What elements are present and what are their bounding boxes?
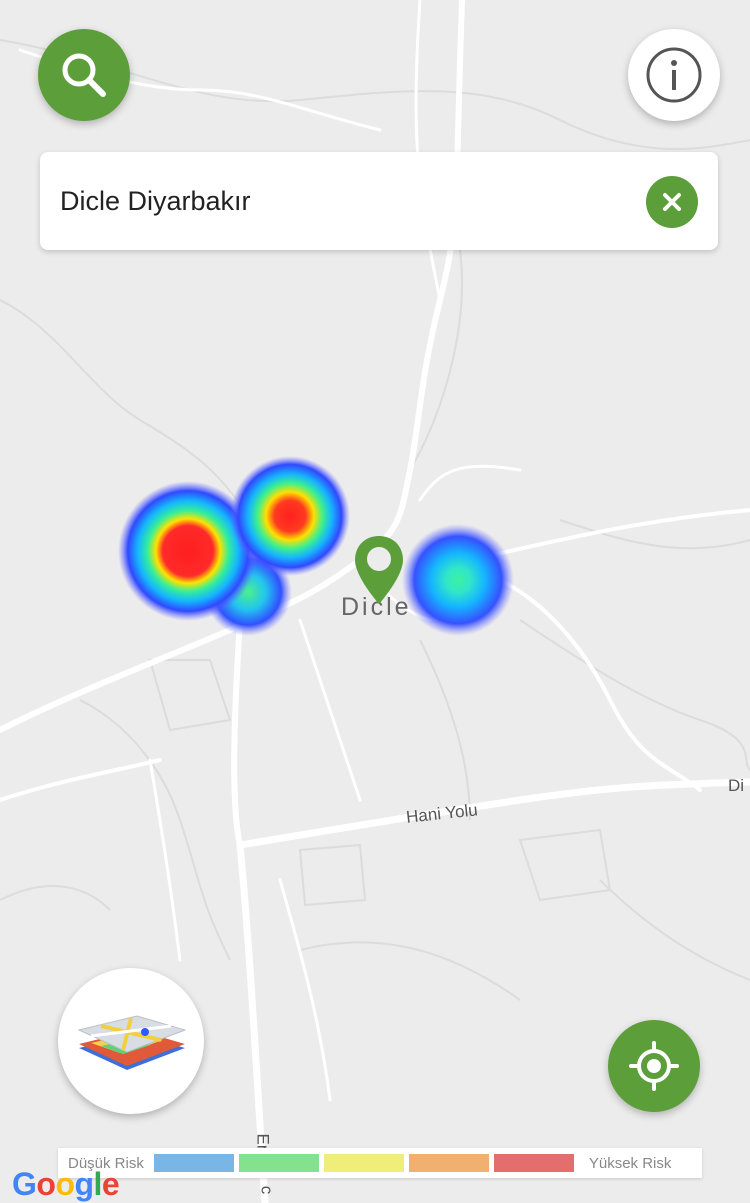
search-button[interactable] <box>38 29 130 121</box>
legend-high-label: Yüksek Risk <box>588 1154 672 1172</box>
crosshair-icon <box>629 1041 679 1091</box>
close-icon <box>663 193 681 211</box>
clear-search-button[interactable] <box>646 176 698 228</box>
info-icon <box>646 47 702 103</box>
heat-spot-medium <box>402 524 514 636</box>
search-bar[interactable]: Dicle Diyarbakır <box>40 152 718 250</box>
location-pin-icon[interactable] <box>352 534 406 606</box>
legend-swatch-3 <box>323 1154 404 1172</box>
risk-legend: Düşük Risk Yüksek Risk <box>58 1148 702 1178</box>
search-query[interactable]: Dicle Diyarbakır <box>60 183 251 219</box>
map-layers-button[interactable] <box>58 968 204 1114</box>
my-location-button[interactable] <box>608 1020 700 1112</box>
info-button[interactable] <box>628 29 720 121</box>
google-logo: Google <box>12 1166 120 1202</box>
road-label-vertical-2: c <box>257 1185 277 1195</box>
legend-swatch-4 <box>408 1154 489 1172</box>
heat-spot-high-2 <box>230 456 350 576</box>
map-layers-icon <box>77 1015 187 1070</box>
legend-swatch-2 <box>238 1154 319 1172</box>
legend-swatch-5 <box>493 1154 574 1172</box>
legend-swatch-1 <box>153 1154 234 1172</box>
search-icon <box>62 53 106 97</box>
road-label-edge: Di <box>728 776 745 795</box>
